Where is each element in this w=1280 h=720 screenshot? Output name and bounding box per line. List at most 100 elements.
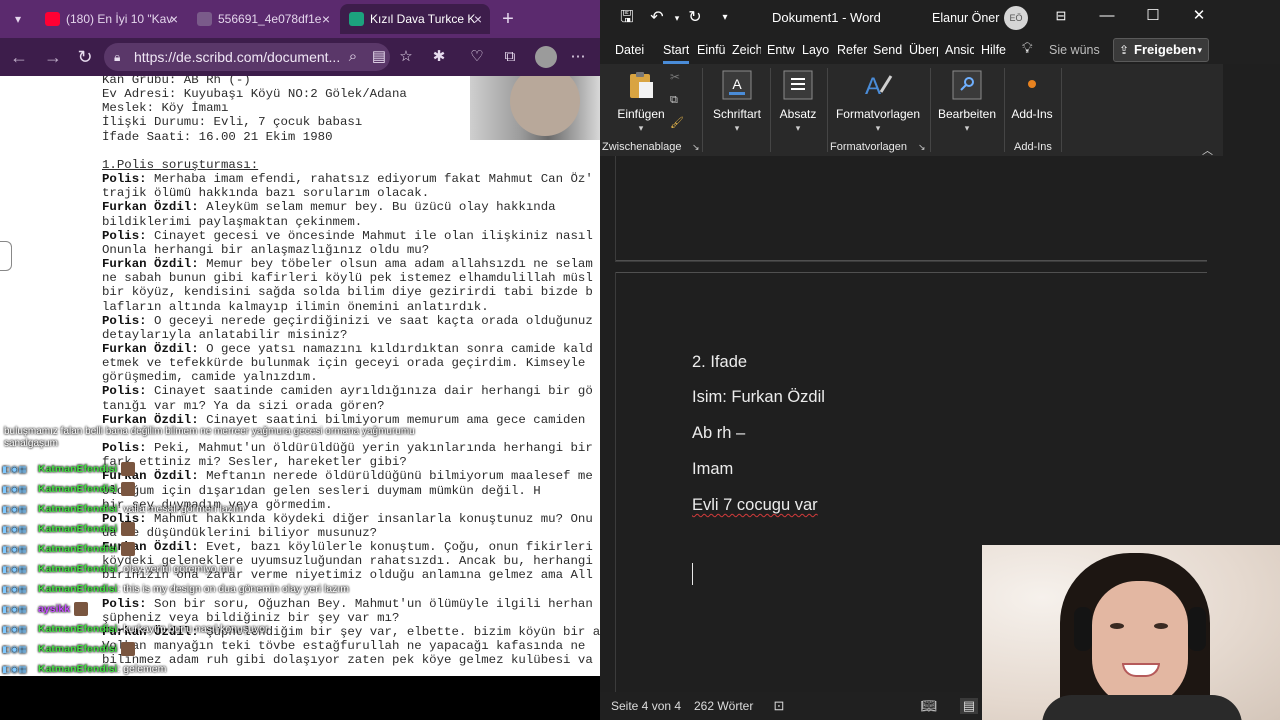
browser-essentials-icon[interactable]: ♡ (466, 46, 488, 68)
read-mode-icon[interactable]: 📖︎ (920, 698, 938, 714)
addins-button[interactable]: Add-Ins (1010, 72, 1054, 121)
tab-layout[interactable]: Layo (802, 36, 831, 64)
share-label: Freigeben (1134, 42, 1197, 57)
tab-ansicht[interactable]: Ansic (945, 36, 974, 64)
favorite-star-icon[interactable]: ☆ (395, 46, 417, 68)
chat-emote-icon (121, 522, 136, 537)
page-edge (616, 272, 1207, 273)
tab-einfuegen[interactable]: Einfü (697, 36, 725, 64)
separator (1061, 68, 1062, 152)
customize-toolbar-icon[interactable]: ▾ (714, 7, 736, 29)
zoom-icon[interactable]: ⌕ (342, 46, 364, 68)
document-line: etmek ve tefekkürde bulunmak için geceyi… (102, 356, 586, 371)
clipboard-icon (630, 72, 653, 98)
proofing-icon[interactable]: ⊡ (770, 698, 788, 714)
close-icon[interactable]: × (322, 4, 330, 34)
chat-text: : this is my design on dua gönemin olay … (117, 583, 350, 595)
paragraph-blood-type[interactable]: Ab rh – (692, 424, 745, 443)
chat-badges-icon: ◧◉▦ (2, 624, 27, 634)
user-name[interactable]: Elanur Öner (932, 0, 999, 36)
paragraph-heading[interactable]: 2. Ifade (692, 353, 747, 372)
share-button[interactable]: ⇪ Freigeben ▾ (1113, 38, 1209, 62)
document-line: İlişki Durumu: Evli, 7 çocuk babası (102, 115, 363, 130)
more-menu-icon[interactable]: ⋯ (567, 46, 589, 68)
reload-icon[interactable]: ↻ (74, 46, 96, 68)
reader-view-icon[interactable]: ▤ (368, 46, 390, 68)
tab-sendungen[interactable]: Send (873, 36, 903, 64)
previous-page (615, 156, 1207, 262)
chat-username: KatmanEfendisi (38, 643, 118, 655)
copy-icon[interactable]: ⧉ (670, 94, 684, 108)
tab-hilfe[interactable]: Hilfe (981, 36, 1006, 64)
lightbulb-icon[interactable]: 💡︎ (1022, 40, 1033, 57)
word-count[interactable]: 262 Wörter (694, 692, 753, 720)
browser-tab-youtube[interactable]: (180) En İyi 10 "Kav × (36, 4, 186, 34)
ribbon-display-options-icon[interactable]: ⊟ (1038, 0, 1084, 32)
back-arrow-icon[interactable]: ← (8, 46, 30, 68)
tab-referenzen[interactable]: Refer (837, 36, 867, 64)
webcam-eye (1110, 623, 1124, 629)
separator (770, 68, 771, 152)
maximize-icon[interactable]: ☐ (1130, 0, 1176, 32)
text-cursor (692, 563, 693, 585)
webcam-shirt (1042, 695, 1242, 720)
tab-zeichnen[interactable]: Zeich (732, 36, 761, 64)
styles-button[interactable]: A Formatvorlagen ▾ (832, 70, 924, 134)
browser-tab-image[interactable]: 556691_4e078df1e × (188, 4, 338, 34)
close-window-icon[interactable]: ✕ (1176, 0, 1222, 32)
paragraph-button[interactable]: Absatz ▾ (772, 70, 824, 134)
tab-ueberpruefen[interactable]: Überp (909, 36, 938, 64)
chat-emote-icon (74, 602, 89, 617)
undo-icon[interactable]: ↶ (646, 7, 668, 29)
dialog-launcher-icon[interactable]: ↘ (692, 142, 700, 153)
collections-icon[interactable]: ⧉ (499, 46, 521, 68)
paragraph-family[interactable]: Evli 7 cocugu var (692, 496, 818, 515)
paste-label: Einfügen (617, 107, 665, 121)
close-icon[interactable]: × (474, 4, 482, 34)
dialog-launcher-icon[interactable]: ↘ (918, 142, 926, 153)
editing-button[interactable]: Bearbeiten ▾ (934, 70, 1000, 134)
tab-title: (180) En İyi 10 "Kav (66, 12, 173, 26)
chevron-down-icon: ▾ (1197, 45, 1202, 55)
user-avatar[interactable]: EÖ (1004, 6, 1028, 30)
paragraph-occupation[interactable]: Imam (692, 460, 733, 479)
page-count[interactable]: Seite 4 von 4 (611, 692, 681, 720)
tab-actions-chevron-icon[interactable]: ▾ (6, 8, 30, 30)
paragraph-label: Absatz (779, 107, 817, 121)
svg-text:A: A (865, 73, 881, 100)
font-button[interactable]: A Schriftart ▾ (708, 70, 766, 134)
paste-button[interactable]: Einfügen ▾ (614, 70, 668, 134)
extensions-icon[interactable]: ✱ (428, 46, 450, 68)
tab-entwurf[interactable]: Entw (767, 36, 796, 64)
chat-badges-icon: ◧◉▦ (2, 604, 27, 614)
chat-message: ◧◉▦ aysikk (2, 600, 89, 618)
tab-start[interactable]: Start (663, 36, 690, 64)
chat-username: KatmanEfendisi (38, 563, 118, 575)
chat-emote-icon (121, 642, 136, 657)
new-tab-plus-icon[interactable]: + (496, 6, 520, 32)
lock-icon: 🔒︎ (114, 50, 121, 64)
tell-me-search[interactable]: Sie wüns (1049, 36, 1100, 64)
addins-icon (1028, 80, 1036, 88)
document-line: bir köyüz, kendisini sağda solda bilim d… (102, 285, 593, 300)
document-line: Polis: Cinayet gecesi ve öncesinde Mahmu… (102, 228, 593, 243)
document-title: Dokument1 - Word (772, 10, 881, 25)
format-painter-icon[interactable]: 🖌︎ (670, 116, 684, 130)
profile-avatar[interactable] (535, 46, 557, 68)
sidebar-toggle[interactable] (0, 241, 12, 271)
browser-tab-scribd[interactable]: Kızıl Dava Turkce K × (340, 4, 490, 34)
chat-text: : kurkayım bunu nasıl konuşuyor (117, 623, 269, 635)
paragraph-name[interactable]: Isim: Furkan Özdil (692, 388, 825, 407)
webcam-overlay (982, 545, 1280, 720)
cut-icon[interactable]: ✂ (670, 70, 684, 84)
tab-datei[interactable]: Datei (615, 36, 644, 64)
url-text: https://de.scribd.com/document... (134, 49, 341, 65)
save-icon[interactable]: 🖫︎ (616, 7, 638, 29)
minimize-icon[interactable]: — (1084, 0, 1130, 32)
redo-icon[interactable]: ↻ (684, 7, 706, 29)
close-icon[interactable]: × (170, 4, 178, 34)
forward-arrow-icon[interactable]: → (42, 46, 64, 68)
ribbon: Einfügen ▾ ✂ ⧉ 🖌︎ Zwischenablage ↘ A Sch… (600, 64, 1223, 157)
print-layout-icon[interactable]: ▤ (960, 698, 978, 714)
